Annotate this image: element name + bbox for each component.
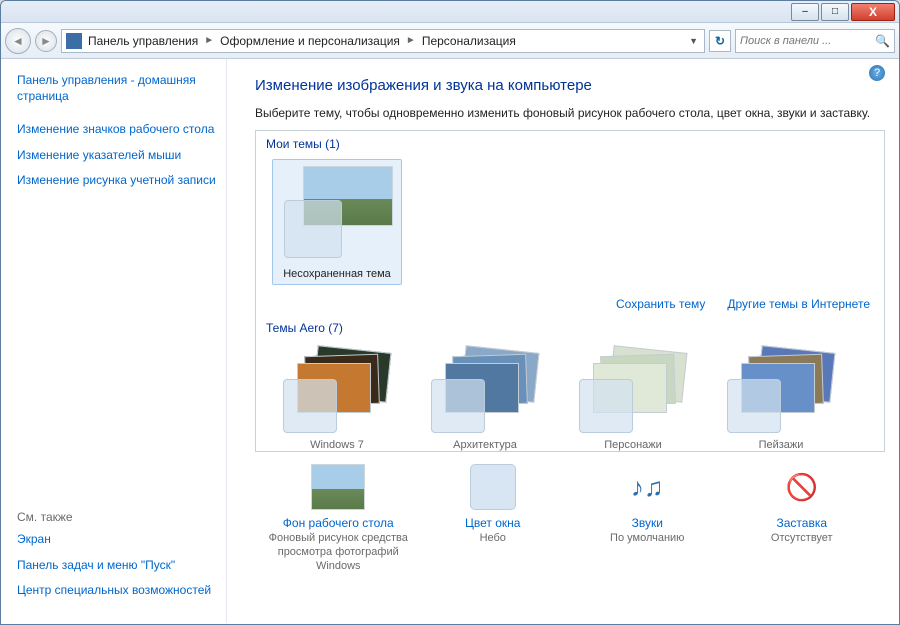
titlebar: – □ X: [1, 1, 899, 23]
sidebar-link-mouse-pointers[interactable]: Изменение указателей мыши: [17, 148, 216, 164]
window-color-control[interactable]: Цвет окна Небо: [418, 464, 568, 573]
aero-theme-label: Архитектура: [420, 439, 550, 451]
chevron-right-icon: ►: [406, 35, 416, 46]
sidebar-link-desktop-icons[interactable]: Изменение значков рабочего стола: [17, 122, 216, 138]
sidebar-link-taskbar[interactable]: Панель задач и меню "Пуск": [17, 558, 216, 574]
control-title[interactable]: Заставка: [727, 516, 877, 530]
control-desc: Небо: [418, 532, 568, 546]
control-panel-icon: [66, 33, 82, 49]
theme-label: Несохраненная тема: [277, 268, 397, 280]
aero-theme-windows7[interactable]: Windows 7: [272, 345, 402, 451]
sidebar-link-ease-of-access[interactable]: Центр специальных возможностей: [17, 583, 216, 599]
bottom-controls: Фон рабочего стола Фоновый рисунок средс…: [255, 464, 885, 573]
page-description: Выберите тему, чтобы одновременно измени…: [255, 106, 885, 120]
my-themes-heading: Мои темы (1): [256, 131, 884, 155]
maximize-button[interactable]: □: [821, 3, 849, 21]
save-theme-link[interactable]: Сохранить тему: [616, 297, 705, 311]
control-desc: Фоновый рисунок средства просмотра фотог…: [263, 532, 413, 573]
sidebar: Панель управления - домашняя страница Из…: [1, 59, 227, 623]
window-color-thumb-icon: [579, 379, 633, 433]
sounds-icon: ♪♫: [620, 464, 674, 510]
see-also-heading: См. также: [17, 510, 216, 524]
wallpaper-icon: [311, 464, 365, 510]
nav-forward-button[interactable]: ►: [35, 30, 57, 52]
window-color-thumb-icon: [727, 379, 781, 433]
nav-back-button[interactable]: ◄: [5, 28, 31, 54]
aero-theme-architecture[interactable]: Архитектура: [420, 345, 550, 451]
sounds-control[interactable]: ♪♫ Звуки По умолчанию: [572, 464, 722, 573]
breadcrumb[interactable]: Панель управления ► Оформление и персона…: [61, 29, 705, 53]
more-themes-online-link[interactable]: Другие темы в Интернете: [727, 297, 870, 311]
refresh-button[interactable]: ↻: [709, 30, 731, 52]
chevron-right-icon: ►: [204, 35, 214, 46]
aero-theme-characters[interactable]: Персонажи: [568, 345, 698, 451]
aero-theme-label: Windows 7: [272, 439, 402, 451]
sidebar-home-link[interactable]: Панель управления - домашняя страница: [17, 73, 216, 104]
window-color-thumb-icon: [284, 200, 342, 258]
control-title[interactable]: Цвет окна: [418, 516, 568, 530]
aero-themes-heading: Темы Aero (7): [256, 315, 884, 339]
chevron-down-icon[interactable]: ▼: [689, 36, 698, 46]
window-color-thumb-icon: [431, 379, 485, 433]
window-color-icon: [470, 464, 516, 510]
theme-item-unsaved[interactable]: Несохраненная тема: [272, 159, 402, 285]
window-color-thumb-icon: [283, 379, 337, 433]
navbar: ◄ ► Панель управления ► Оформление и пер…: [1, 23, 899, 59]
page-title: Изменение изображения и звука на компьют…: [255, 77, 885, 94]
themes-panel: Мои темы (1) Несохраненная тема Сохранит…: [255, 130, 885, 452]
control-desc: Отсутствует: [727, 532, 877, 546]
control-title[interactable]: Фон рабочего стола: [263, 516, 413, 530]
sidebar-link-display[interactable]: Экран: [17, 532, 216, 548]
sidebar-link-account-picture[interactable]: Изменение рисунка учетной записи: [17, 173, 216, 189]
main-area: ? Изменение изображения и звука на компь…: [227, 59, 899, 623]
search-icon[interactable]: 🔍: [875, 34, 890, 48]
aero-theme-label: Пейзажи: [716, 439, 846, 451]
search-box[interactable]: 🔍: [735, 29, 895, 53]
control-desc: По умолчанию: [572, 532, 722, 546]
crumb-level2[interactable]: Оформление и персонализация: [220, 34, 400, 48]
control-title[interactable]: Звуки: [572, 516, 722, 530]
search-input[interactable]: [740, 35, 871, 47]
close-button[interactable]: X: [851, 3, 895, 21]
minimize-button[interactable]: –: [791, 3, 819, 21]
screensaver-control[interactable]: 🚫 Заставка Отсутствует: [727, 464, 877, 573]
crumb-level3[interactable]: Персонализация: [422, 34, 516, 48]
aero-theme-label: Персонажи: [568, 439, 698, 451]
desktop-background-control[interactable]: Фон рабочего стола Фоновый рисунок средс…: [263, 464, 413, 573]
screensaver-icon: 🚫: [775, 464, 829, 510]
crumb-root[interactable]: Панель управления: [88, 34, 198, 48]
aero-theme-landscapes[interactable]: Пейзажи: [716, 345, 846, 451]
help-icon[interactable]: ?: [869, 65, 885, 81]
